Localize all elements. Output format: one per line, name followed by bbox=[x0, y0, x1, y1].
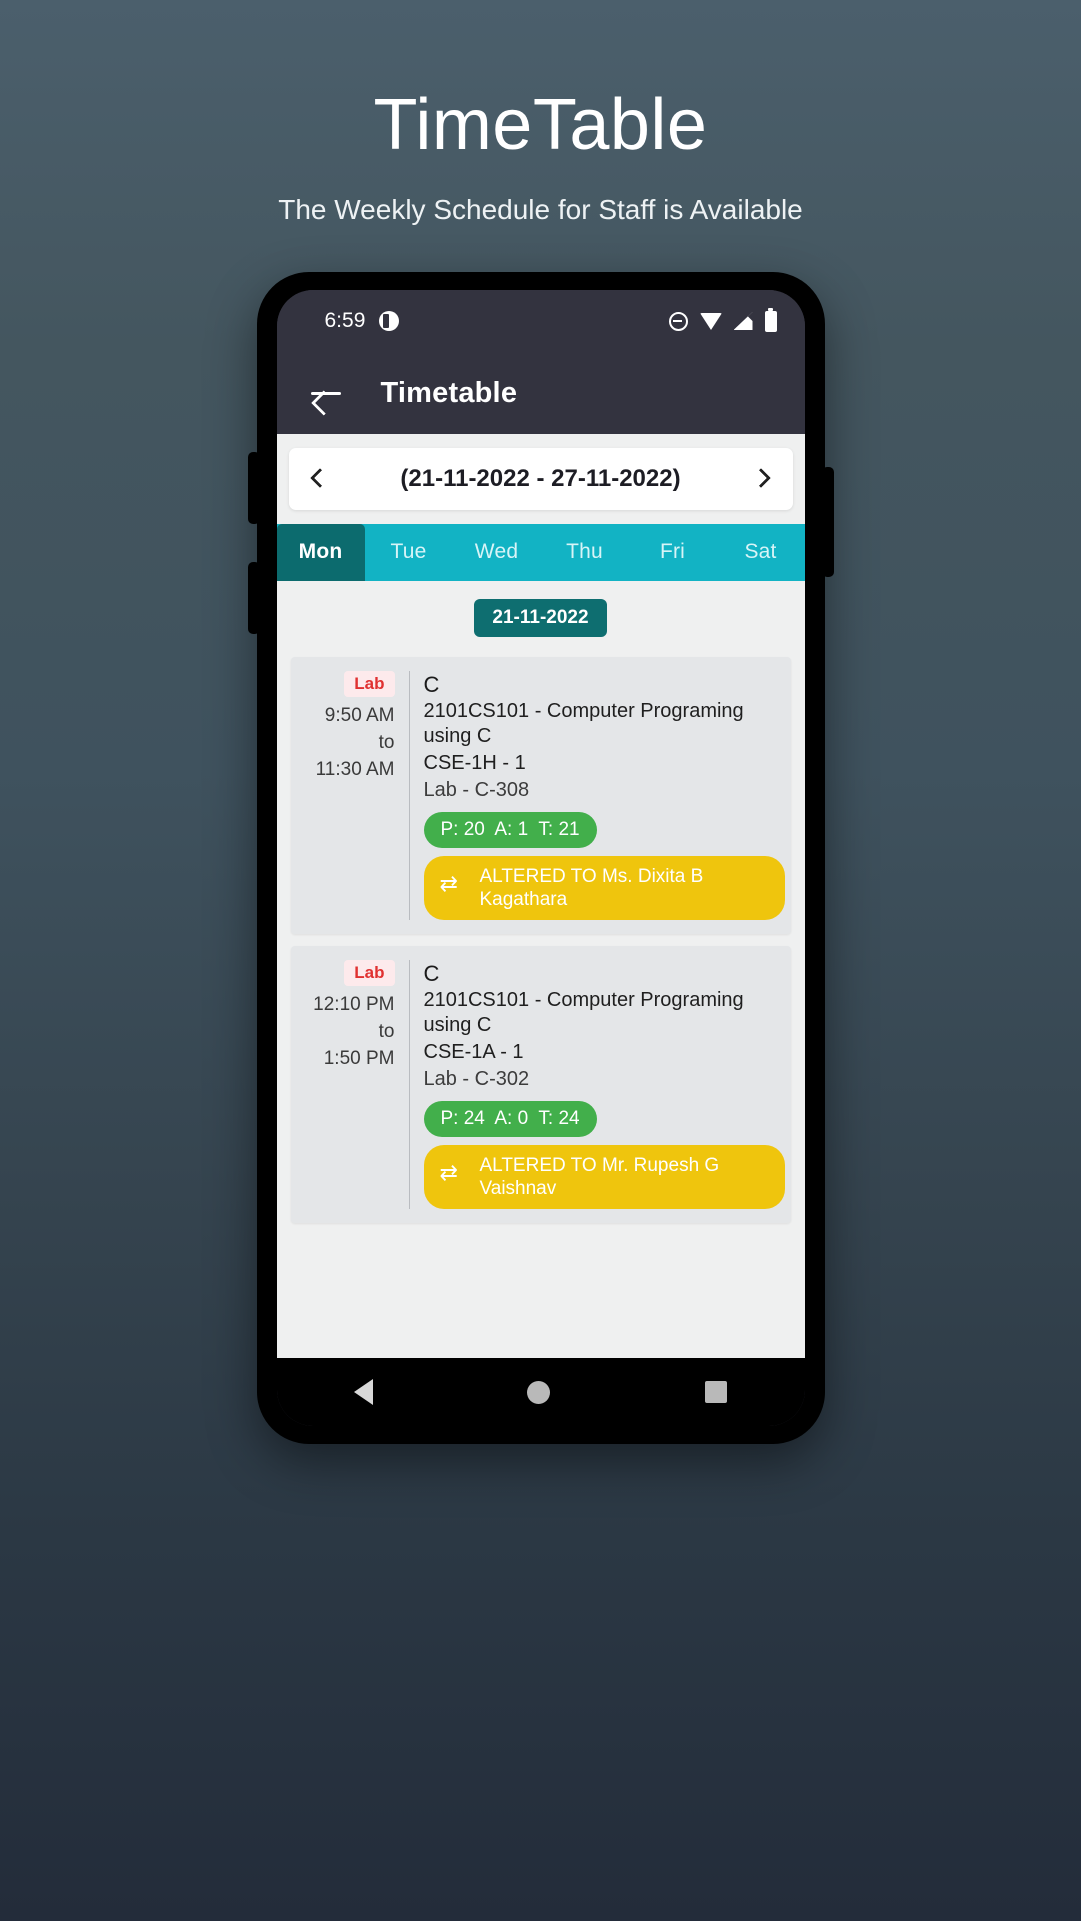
week-navigator: (21-11-2022 - 27-11-2022) bbox=[288, 448, 793, 510]
tab-thu[interactable]: Thu bbox=[541, 524, 629, 581]
class-list: Lab 9:50 AM to 11:30 AM C 2101CS101 - Co… bbox=[277, 657, 805, 1224]
class-time-separator: to bbox=[378, 732, 395, 754]
class-end-time: 11:30 AM bbox=[315, 759, 395, 781]
class-detail-column: C 2101CS101 - Computer Programing using … bbox=[408, 960, 785, 1210]
hero-section: TimeTable The Weekly Schedule for Staff … bbox=[0, 0, 1081, 226]
nav-back-icon[interactable] bbox=[353, 1379, 373, 1405]
status-bar: 6:59 bbox=[276, 290, 805, 352]
tab-fri[interactable]: Fri bbox=[629, 524, 717, 581]
status-bar-left: 6:59 bbox=[325, 309, 400, 333]
nav-home-icon[interactable] bbox=[527, 1380, 551, 1404]
selected-date-chip: 21-11-2022 bbox=[474, 599, 607, 637]
class-start-time: 12:10 PM bbox=[313, 994, 395, 1016]
class-type-badge: Lab bbox=[344, 960, 395, 987]
subject-short-name: C bbox=[423, 961, 440, 987]
class-batch: CSE-1H - 1 bbox=[423, 751, 526, 774]
altered-chip[interactable]: ALTERED TO Ms. Dixita B Kagathara bbox=[423, 855, 785, 921]
volume-down-button[interactable] bbox=[247, 562, 260, 634]
phone-screen: 6:59 Timetable (21-11-2022 - 27-11-2022) bbox=[276, 290, 805, 1426]
page-subtitle: The Weekly Schedule for Staff is Availab… bbox=[278, 193, 803, 225]
attendance-badge: P: 24 A: 0 T: 24 bbox=[423, 1100, 597, 1137]
tab-sat[interactable]: Sat bbox=[717, 524, 805, 581]
subject-full-name: 2101CS101 - Computer Programing using C bbox=[423, 699, 744, 748]
subject-full-name: 2101CS101 - Computer Programing using C bbox=[423, 988, 744, 1037]
altered-text: ALTERED TO Mr. Rupesh G Vaishnav bbox=[479, 1154, 720, 1199]
dnd-icon bbox=[668, 311, 688, 331]
android-nav-bar bbox=[276, 1358, 805, 1426]
altered-chip[interactable]: ALTERED TO Mr. Rupesh G Vaishnav bbox=[423, 1144, 785, 1210]
volume-up-button[interactable] bbox=[247, 452, 260, 524]
wifi-icon bbox=[699, 312, 722, 330]
app-notification-icon bbox=[379, 311, 400, 331]
class-card[interactable]: Lab 9:50 AM to 11:30 AM C 2101CS101 - Co… bbox=[290, 657, 791, 935]
page-title: TimeTable bbox=[373, 85, 708, 165]
day-tab-bar: Mon Tue Wed Thu Fri Sat bbox=[276, 524, 805, 581]
class-batch: CSE-1A - 1 bbox=[423, 1040, 524, 1063]
signal-icon bbox=[733, 312, 753, 330]
battery-icon bbox=[764, 307, 777, 332]
class-time-separator: to bbox=[378, 1021, 395, 1043]
class-detail-column: C 2101CS101 - Computer Programing using … bbox=[408, 671, 785, 921]
power-button[interactable] bbox=[821, 467, 834, 577]
attendance-badge: P: 20 A: 1 T: 21 bbox=[423, 811, 597, 848]
app-content: (21-11-2022 - 27-11-2022) Mon Tue Wed Th… bbox=[276, 434, 805, 1358]
class-start-time: 9:50 AM bbox=[324, 705, 395, 726]
tab-mon[interactable]: Mon bbox=[276, 524, 365, 581]
altered-text: ALTERED TO Ms. Dixita B Kagathara bbox=[479, 865, 704, 910]
week-range-label: (21-11-2022 - 27-11-2022) bbox=[400, 465, 681, 492]
class-card[interactable]: Lab 12:10 PM to 1:50 PM C 2101CS101 - Co… bbox=[290, 946, 791, 1224]
class-time-column: Lab 9:50 AM to 11:30 AM bbox=[291, 671, 409, 920]
status-bar-right bbox=[668, 307, 777, 332]
phone-mockup: 6:59 Timetable (21-11-2022 - 27-11-2022) bbox=[247, 272, 834, 1444]
swap-icon bbox=[440, 873, 466, 898]
subject-short-name: C bbox=[423, 672, 440, 697]
tab-tue[interactable]: Tue bbox=[365, 524, 453, 581]
class-time-column: Lab 12:10 PM to 1:50 PM bbox=[291, 960, 409, 1209]
swap-icon bbox=[440, 1162, 466, 1187]
app-bar-title: Timetable bbox=[380, 376, 518, 409]
class-type-badge: Lab bbox=[344, 671, 395, 697]
class-room: Lab - C-308 bbox=[423, 778, 530, 801]
chevron-right-icon[interactable] bbox=[750, 468, 772, 490]
selected-date-row: 21-11-2022 bbox=[277, 599, 805, 637]
app-bar: Timetable bbox=[276, 352, 805, 434]
class-room: Lab - C-302 bbox=[423, 1067, 530, 1090]
tab-wed[interactable]: Wed bbox=[453, 524, 541, 581]
class-end-time: 1:50 PM bbox=[323, 1048, 395, 1070]
back-arrow-icon[interactable] bbox=[309, 376, 343, 410]
chevron-left-icon[interactable] bbox=[309, 468, 331, 490]
status-time: 6:59 bbox=[324, 309, 366, 332]
nav-recents-icon[interactable] bbox=[705, 1381, 728, 1403]
